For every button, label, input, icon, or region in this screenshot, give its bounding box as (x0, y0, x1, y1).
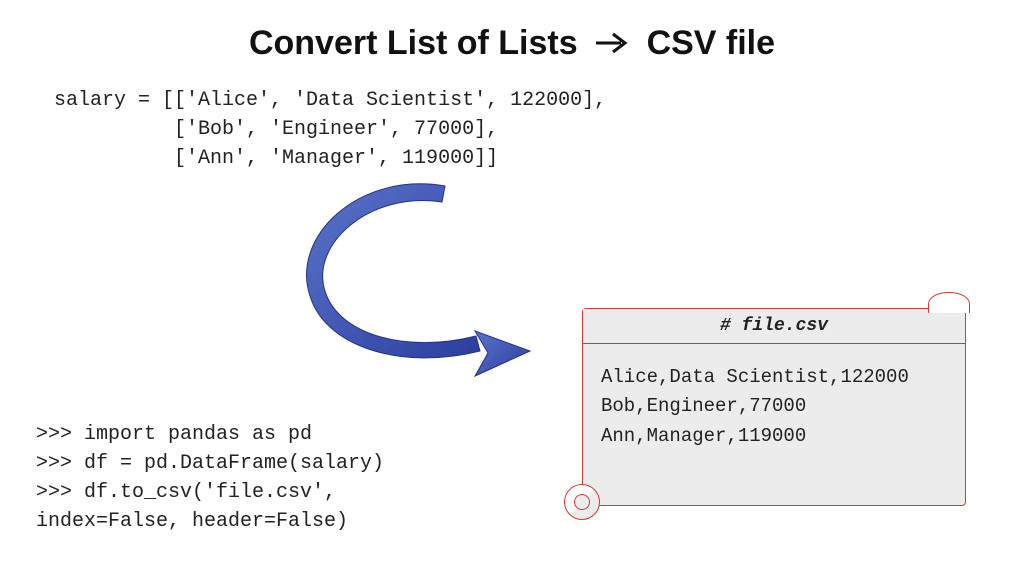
curved-arrow-icon (270, 176, 570, 396)
csv-file-header: # file.csv (583, 309, 965, 344)
code-salary-list: salary = [['Alice', 'Data Scientist', 12… (54, 86, 606, 173)
page-title: Convert List of Lists CSV file (0, 24, 1024, 63)
arrow-right-icon (587, 24, 637, 63)
title-left: Convert List of Lists (249, 24, 578, 62)
title-right: CSV file (647, 24, 775, 62)
csv-file-content: Alice,Data Scientist,122000 Bob,Engineer… (601, 363, 955, 451)
scroll-curl-top-icon (928, 292, 970, 313)
csv-file-body: # file.csv Alice,Data Scientist,122000 B… (582, 308, 966, 506)
csv-file-panel: # file.csv Alice,Data Scientist,122000 B… (560, 298, 966, 516)
scroll-curl-bottom-icon (564, 484, 600, 520)
code-pandas-snippet: >>> import pandas as pd >>> df = pd.Data… (36, 420, 384, 536)
